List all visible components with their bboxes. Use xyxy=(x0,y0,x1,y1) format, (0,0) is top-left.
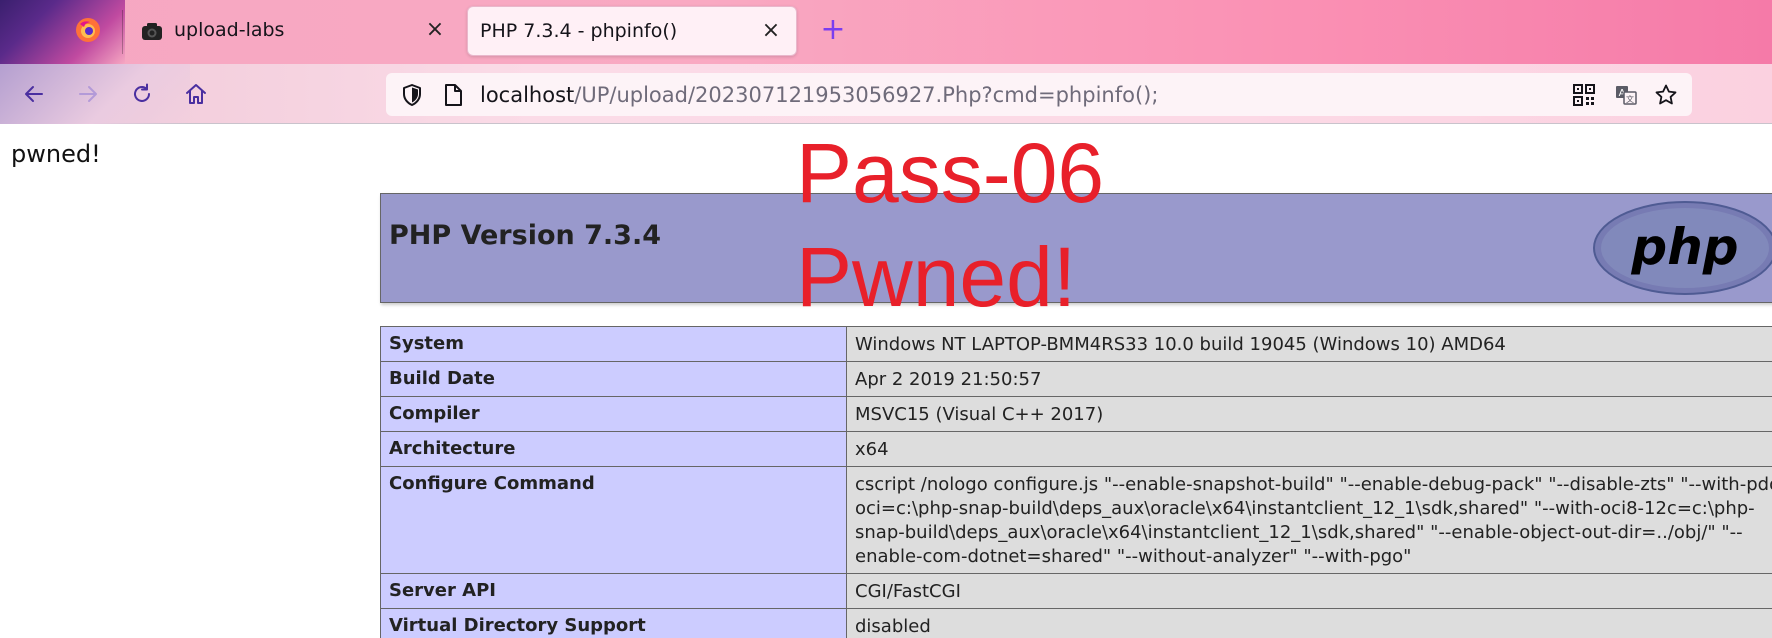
table-row: Virtual Directory Support disabled xyxy=(380,608,1772,638)
overlay-pass-title: Pass-06 xyxy=(796,126,1105,220)
reload-icon xyxy=(134,83,150,102)
qr-code-icon[interactable] xyxy=(1572,83,1596,107)
command-output-text: pwned! xyxy=(11,140,101,168)
page-content: pwned! PHP Version 7.3.4 php Pass-06 Pwn… xyxy=(0,125,1772,638)
row-value: Apr 2 2019 21:50:57 xyxy=(846,361,1772,397)
svg-text:文: 文 xyxy=(1626,94,1634,104)
page-icon[interactable] xyxy=(442,83,464,107)
tab-phpinfo[interactable]: PHP 7.3.4 - phpinfo() × xyxy=(467,6,797,56)
home-button[interactable] xyxy=(178,76,214,112)
row-key: Compiler xyxy=(380,396,847,432)
php-logo-text: php xyxy=(1630,218,1738,276)
back-button[interactable] xyxy=(16,76,52,112)
php-version-title: PHP Version 7.3.4 xyxy=(389,220,661,251)
table-row: Compiler MSVC15 (Visual C++ 2017) xyxy=(380,396,1772,432)
bookmark-star-icon[interactable] xyxy=(1654,83,1678,107)
url-path: /UP/upload/202307121953056927.Php?cmd=ph… xyxy=(574,83,1159,107)
arrow-right-icon xyxy=(79,86,97,102)
home-icon xyxy=(186,84,206,104)
navigation-toolbar: localhost/UP/upload/202307121953056927.P… xyxy=(0,64,1772,124)
phpinfo-table: System Windows NT LAPTOP-BMM4RS33 10.0 bu… xyxy=(380,326,1772,638)
row-key: Build Date xyxy=(380,361,847,397)
shield-icon[interactable] xyxy=(400,83,424,107)
row-key: Virtual Directory Support xyxy=(380,608,847,638)
tab-divider xyxy=(122,10,123,54)
url-host: localhost xyxy=(480,83,575,107)
row-value: disabled xyxy=(846,608,1772,638)
tab-label: PHP 7.3.4 - phpinfo() xyxy=(480,20,678,42)
table-row: Architecture x64 xyxy=(380,431,1772,467)
close-tab-button[interactable]: × xyxy=(422,17,448,43)
firefox-icon[interactable] xyxy=(74,16,102,44)
row-value: CGI/FastCGI xyxy=(846,573,1772,609)
camera-icon xyxy=(142,23,162,40)
row-key: Configure Command xyxy=(380,466,847,574)
forward-button[interactable] xyxy=(70,76,106,112)
address-bar[interactable]: localhost/UP/upload/202307121953056927.P… xyxy=(386,73,1692,116)
tab-upload-labs[interactable]: upload-labs × xyxy=(130,6,460,56)
row-key: Architecture xyxy=(380,431,847,467)
table-row: Build Date Apr 2 2019 21:50:57 xyxy=(380,361,1772,397)
table-row: Configure Command cscript /nologo configu… xyxy=(380,466,1772,574)
row-value: x64 xyxy=(846,431,1772,467)
url-text[interactable]: localhost/UP/upload/202307121953056927.P… xyxy=(480,83,1158,107)
table-row: System Windows NT LAPTOP-BMM4RS33 10.0 bu… xyxy=(380,326,1772,362)
row-key: System xyxy=(380,326,847,362)
row-key: Server API xyxy=(380,573,847,609)
row-value: cscript /nologo configure.js "--enable-s… xyxy=(846,466,1772,574)
table-row: Server API CGI/FastCGI xyxy=(380,573,1772,609)
new-tab-button[interactable]: + xyxy=(818,15,848,45)
overlay-pwned-title: Pwned! xyxy=(796,230,1077,324)
row-value: Windows NT LAPTOP-BMM4RS33 10.0 build 19… xyxy=(846,326,1772,362)
arrow-left-icon xyxy=(25,86,43,102)
tab-strip: upload-labs × PHP 7.3.4 - phpinfo() × + xyxy=(0,0,1772,64)
reload-button[interactable] xyxy=(124,76,160,112)
php-logo[interactable]: php xyxy=(1591,200,1772,296)
tabstrip-corner xyxy=(0,0,125,64)
translate-icon[interactable]: A 文 xyxy=(1614,83,1638,107)
close-tab-button[interactable]: × xyxy=(758,18,784,44)
row-value: MSVC15 (Visual C++ 2017) xyxy=(846,396,1772,432)
tab-label: upload-labs xyxy=(174,19,285,41)
